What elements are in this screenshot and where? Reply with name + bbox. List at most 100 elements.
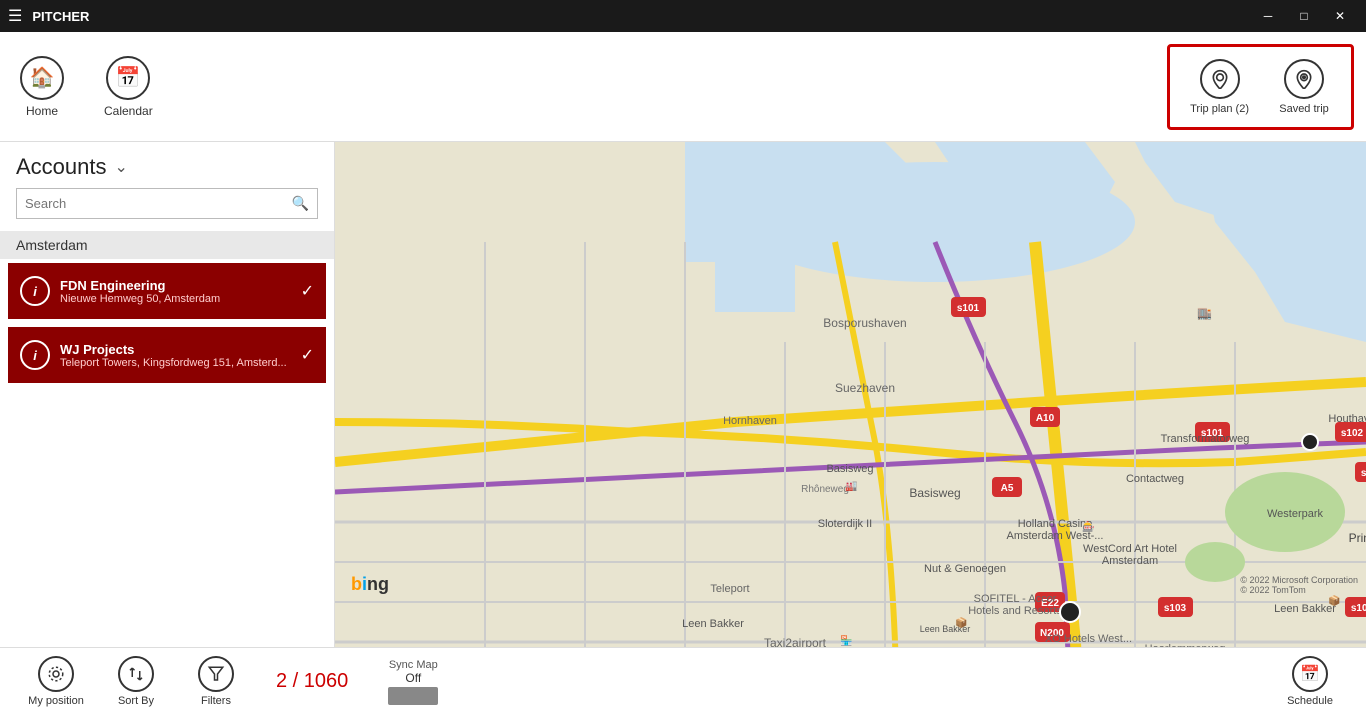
calendar-icon: 📅 (106, 56, 150, 100)
app-title: PITCHER (32, 9, 1250, 24)
sync-section: Sync Map Off (388, 659, 438, 705)
svg-text:Basisweg: Basisweg (909, 486, 960, 500)
account-info-icon-2: i (20, 340, 50, 370)
account-item-fdn[interactable]: i FDN Engineering Nieuwe Hemweg 50, Amst… (8, 263, 326, 319)
svg-text:Haarlemmerweg: Haarlemmerweg (1145, 643, 1226, 647)
svg-text:s101: s101 (957, 303, 980, 314)
calendar-label: Calendar (104, 104, 153, 118)
search-icon: 🔍 (284, 189, 317, 218)
svg-text:West...: West... (1098, 633, 1132, 645)
svg-text:Teleport: Teleport (710, 583, 749, 595)
account-check-icon: ✓ (301, 281, 314, 301)
svg-text:Hornhaven: Hornhaven (723, 415, 777, 427)
svg-text:🏪: 🏪 (840, 634, 852, 647)
sidebar-header: Accounts ⌄ (0, 142, 334, 188)
toolbar-left: 🏠 Home 📅 Calendar (12, 48, 1167, 126)
home-label: Home (26, 104, 58, 118)
titlebar: ☰ PITCHER ─ □ ✕ (0, 0, 1366, 32)
svg-text:s102: s102 (1341, 428, 1364, 439)
svg-text:A5: A5 (1001, 483, 1014, 494)
svg-text:📦: 📦 (955, 616, 967, 629)
svg-text:Sloterdijk II: Sloterdijk II (818, 518, 872, 530)
account-name: FDN Engineering (60, 278, 295, 293)
filters-icon (198, 656, 234, 692)
svg-text:WestCord Art Hotel: WestCord Art Hotel (1083, 543, 1177, 555)
close-button[interactable]: ✕ (1322, 0, 1358, 32)
account-address: Nieuwe Hemweg 50, Amsterdam (60, 293, 295, 305)
svg-text:A10: A10 (1036, 413, 1055, 424)
accounts-title: Accounts (16, 154, 107, 180)
account-address-2: Teleport Towers, Kingsfordweg 151, Amste… (60, 357, 295, 369)
menu-icon[interactable]: ☰ (8, 6, 22, 26)
filters-button[interactable]: Filters (176, 652, 256, 711)
sort-by-icon (118, 656, 154, 692)
svg-text:Taxi2airport: Taxi2airport (764, 636, 827, 647)
my-position-icon (38, 656, 74, 692)
svg-text:Contactweg: Contactweg (1126, 473, 1184, 485)
account-name-2: WJ Projects (60, 342, 295, 357)
account-text-2: WJ Projects Teleport Towers, Kingsfordwe… (60, 342, 295, 369)
sort-by-label: Sort By (118, 695, 154, 707)
account-item-wj[interactable]: i WJ Projects Teleport Towers, Kingsford… (8, 327, 326, 383)
sync-map-label: Sync Map (389, 659, 438, 671)
count-display: 2 / 1060 (276, 670, 348, 693)
saved-trip-button[interactable]: Saved trip (1269, 55, 1339, 119)
home-icon: 🏠 (20, 56, 64, 100)
svg-text:Prinseneiland: Prinseneiland (1349, 531, 1366, 545)
svg-text:Suezhaven: Suezhaven (835, 381, 895, 395)
saved-trip-icon (1284, 59, 1324, 99)
schedule-button[interactable]: 📅 Schedule (1270, 652, 1350, 711)
svg-text:🏭: 🏭 (845, 480, 857, 492)
svg-text:Transformatorweg: Transformatorweg (1161, 433, 1250, 445)
my-position-label: My position (28, 695, 84, 707)
filters-label: Filters (201, 695, 231, 707)
svg-text:Rhôneweg: Rhôneweg (801, 484, 849, 495)
account-text: FDN Engineering Nieuwe Hemweg 50, Amster… (60, 278, 295, 305)
map-area[interactable]: A10 A5 E22 N200 s104 s103 s103 s101 s102… (335, 142, 1366, 647)
search-input[interactable] (17, 190, 284, 217)
minimize-button[interactable]: ─ (1250, 0, 1286, 32)
svg-text:Houthaven: Houthaven (1328, 413, 1366, 425)
maximize-button[interactable]: □ (1286, 0, 1322, 32)
trip-plan-button[interactable]: Trip plan (2) (1182, 55, 1257, 119)
schedule-icon: 📅 (1292, 656, 1328, 692)
sync-toggle[interactable] (388, 687, 438, 705)
account-info-icon: i (20, 276, 50, 306)
svg-text:s102: s102 (1361, 468, 1366, 479)
svg-text:Hotels and Resorts: Hotels and Resorts (968, 605, 1062, 617)
top-toolbar: 🏠 Home 📅 Calendar Trip plan (2) (0, 32, 1366, 142)
my-position-button[interactable]: My position (16, 652, 96, 711)
svg-text:XO Hotels: XO Hotels (1045, 633, 1096, 645)
map-svg: A10 A5 E22 N200 s104 s103 s103 s101 s102… (335, 142, 1366, 647)
svg-text:s103: s103 (1351, 603, 1366, 614)
svg-text:s103: s103 (1164, 603, 1187, 614)
home-button[interactable]: 🏠 Home (12, 48, 72, 126)
calendar-button[interactable]: 📅 Calendar (96, 48, 161, 126)
accounts-chevron-icon[interactable]: ⌄ (115, 157, 128, 177)
bing-logo: bing (351, 574, 389, 595)
svg-text:SOFITEL - Accor: SOFITEL - Accor (974, 593, 1057, 605)
bottom-bar: My position Sort By Filters 2 / 1060 Syn… (0, 647, 1366, 715)
svg-text:Westerpark: Westerpark (1267, 508, 1324, 520)
saved-trip-label: Saved trip (1279, 103, 1329, 115)
svg-text:Basisweg: Basisweg (826, 463, 873, 475)
svg-text:📦: 📦 (1328, 594, 1340, 607)
main-area: 🏠 Home 📅 Calendar Trip plan (2) (0, 32, 1366, 715)
trip-plan-icon (1200, 59, 1240, 99)
svg-text:🏬: 🏬 (1197, 306, 1212, 320)
map-copyright: © 2022 Microsoft Corporation© 2022 TomTo… (1240, 575, 1358, 595)
search-box[interactable]: 🔍 (16, 188, 318, 219)
svg-text:Bosporushaven: Bosporushaven (823, 316, 906, 330)
schedule-label: Schedule (1287, 695, 1333, 707)
account-check-icon-2: ✓ (301, 345, 314, 365)
trip-plan-label: Trip plan (2) (1190, 103, 1249, 115)
svg-text:🎰: 🎰 (1082, 520, 1094, 533)
svg-text:Leen Bakker: Leen Bakker (682, 618, 744, 630)
window-controls: ─ □ ✕ (1250, 0, 1358, 32)
group-label: Amsterdam (0, 231, 334, 259)
svg-text:Amsterdam: Amsterdam (1102, 555, 1158, 567)
trip-buttons-group: Trip plan (2) Saved trip (1167, 44, 1354, 130)
sort-by-button[interactable]: Sort By (96, 652, 176, 711)
content-area: Accounts ⌄ 🔍 Amsterdam i FDN Engineering… (0, 142, 1366, 647)
sync-value: Off (405, 671, 421, 685)
